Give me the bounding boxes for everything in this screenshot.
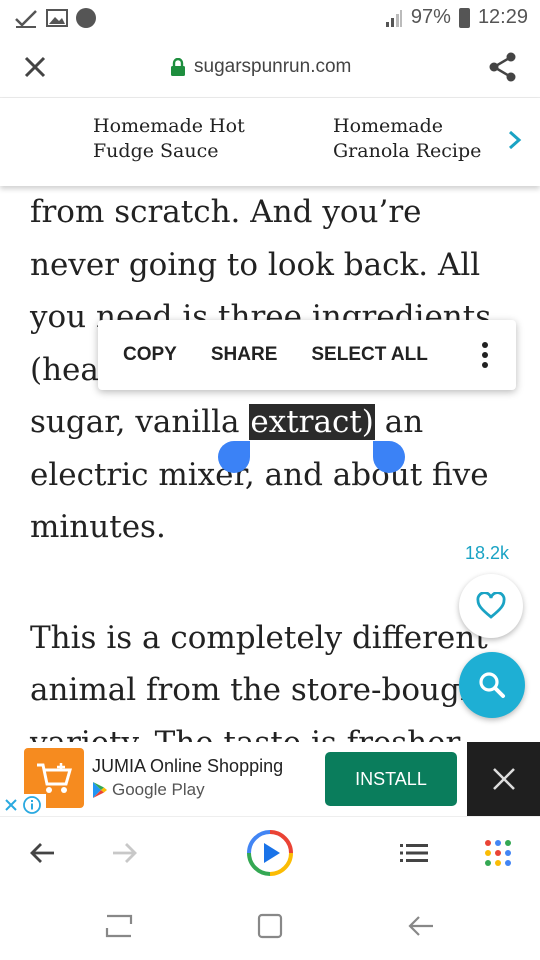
install-button[interactable]: INSTALL xyxy=(325,752,457,806)
text-line: from scratch. And you’re xyxy=(30,194,422,230)
related-link-granola[interactable]: Homemade Granola Recipe xyxy=(333,114,493,164)
ad-banner[interactable]: JUMIA Online Shopping Google Play INSTAL… xyxy=(0,742,540,816)
text-line: minutes. xyxy=(30,509,166,545)
close-tab-button[interactable] xyxy=(18,50,52,84)
selection-end-handle[interactable] xyxy=(373,441,405,473)
reader-list-button[interactable] xyxy=(390,829,438,877)
ad-store: Google Play xyxy=(92,780,205,800)
related-label: Granola Recipe xyxy=(333,140,482,162)
system-back-button[interactable] xyxy=(401,908,441,944)
text-line: animal from the store-bought xyxy=(30,672,493,708)
share-menu-item[interactable]: SHARE xyxy=(211,344,278,366)
store-name: Google Play xyxy=(112,780,205,799)
status-bar: 97% 12:29 xyxy=(0,0,540,36)
lock-icon xyxy=(171,58,185,76)
share-icon xyxy=(489,52,516,82)
ad-choices[interactable] xyxy=(0,794,46,816)
list-icon xyxy=(400,844,428,862)
image-icon xyxy=(46,9,68,27)
media-play-button[interactable] xyxy=(246,829,294,877)
close-icon xyxy=(492,768,515,790)
article-body: from scratch. And you’re never going to … xyxy=(30,186,530,769)
system-nav-bar xyxy=(0,888,540,960)
close-icon xyxy=(24,56,46,78)
favorite-count: 18.2k xyxy=(465,543,510,563)
heart-icon xyxy=(476,592,506,619)
ad-title: JUMIA Online Shopping xyxy=(92,756,284,776)
arrow-left-icon xyxy=(30,843,54,863)
copy-menu-item[interactable]: COPY xyxy=(123,344,177,366)
play-circle-icon xyxy=(247,830,293,876)
more-options-icon[interactable] xyxy=(482,342,488,368)
related-label: Fudge Sauce xyxy=(93,140,219,162)
notification-icons xyxy=(14,8,96,28)
close-icon xyxy=(5,799,17,811)
battery-icon xyxy=(458,7,470,28)
recents-icon xyxy=(105,914,133,938)
info-icon xyxy=(23,796,41,814)
home-button[interactable] xyxy=(250,908,290,944)
text-line: electric mixer, and about five xyxy=(30,456,489,493)
arrow-left-icon xyxy=(408,916,433,936)
arrow-right-icon xyxy=(113,843,137,863)
text-selection-menu: COPY SHARE SELECT ALL xyxy=(98,320,516,390)
signal-icon xyxy=(385,9,402,27)
text-line: This is a completely different xyxy=(30,619,488,656)
check-icon xyxy=(15,10,37,28)
clock: 12:29 xyxy=(477,6,528,28)
text-line: an xyxy=(374,404,424,440)
related-label: Homemade Hot xyxy=(93,115,245,137)
battery-percent: 97% xyxy=(410,6,451,28)
search-icon xyxy=(479,672,505,698)
text-line: never going to look back. All xyxy=(30,246,481,283)
recents-button[interactable] xyxy=(99,908,139,944)
share-button[interactable] xyxy=(486,50,520,84)
google-play-icon xyxy=(93,782,107,798)
home-square-icon xyxy=(257,913,283,939)
custom-tab-toolbar: sugarspunrun.com xyxy=(0,36,540,98)
forward-button[interactable] xyxy=(101,829,149,877)
apps-grid-icon xyxy=(485,840,511,866)
apps-menu-button[interactable] xyxy=(474,829,522,877)
selection-start-handle[interactable] xyxy=(218,441,250,473)
cart-icon xyxy=(37,763,72,793)
search-button[interactable] xyxy=(459,652,525,718)
circle-icon xyxy=(76,8,96,28)
select-all-menu-item[interactable]: SELECT ALL xyxy=(311,344,427,366)
next-related-button[interactable] xyxy=(506,128,524,152)
related-posts-bar: Homemade Hot Fudge Sauce Homemade Granol… xyxy=(0,98,540,186)
system-status: 97% 12:29 xyxy=(385,6,528,29)
url-display[interactable]: sugarspunrun.com xyxy=(170,56,351,78)
close-ad-button[interactable] xyxy=(467,742,540,816)
selected-text[interactable]: extract) xyxy=(249,404,375,440)
url-domain: sugarspunrun.com xyxy=(194,56,352,77)
related-link-hot-fudge[interactable]: Homemade Hot Fudge Sauce xyxy=(93,114,273,164)
chevron-right-icon xyxy=(509,130,522,150)
related-label: Homemade xyxy=(333,115,444,137)
favorite-button[interactable] xyxy=(459,574,523,638)
text-line: sugar, vanilla xyxy=(30,404,250,440)
browser-toolbar xyxy=(0,816,540,888)
back-button[interactable] xyxy=(18,829,66,877)
